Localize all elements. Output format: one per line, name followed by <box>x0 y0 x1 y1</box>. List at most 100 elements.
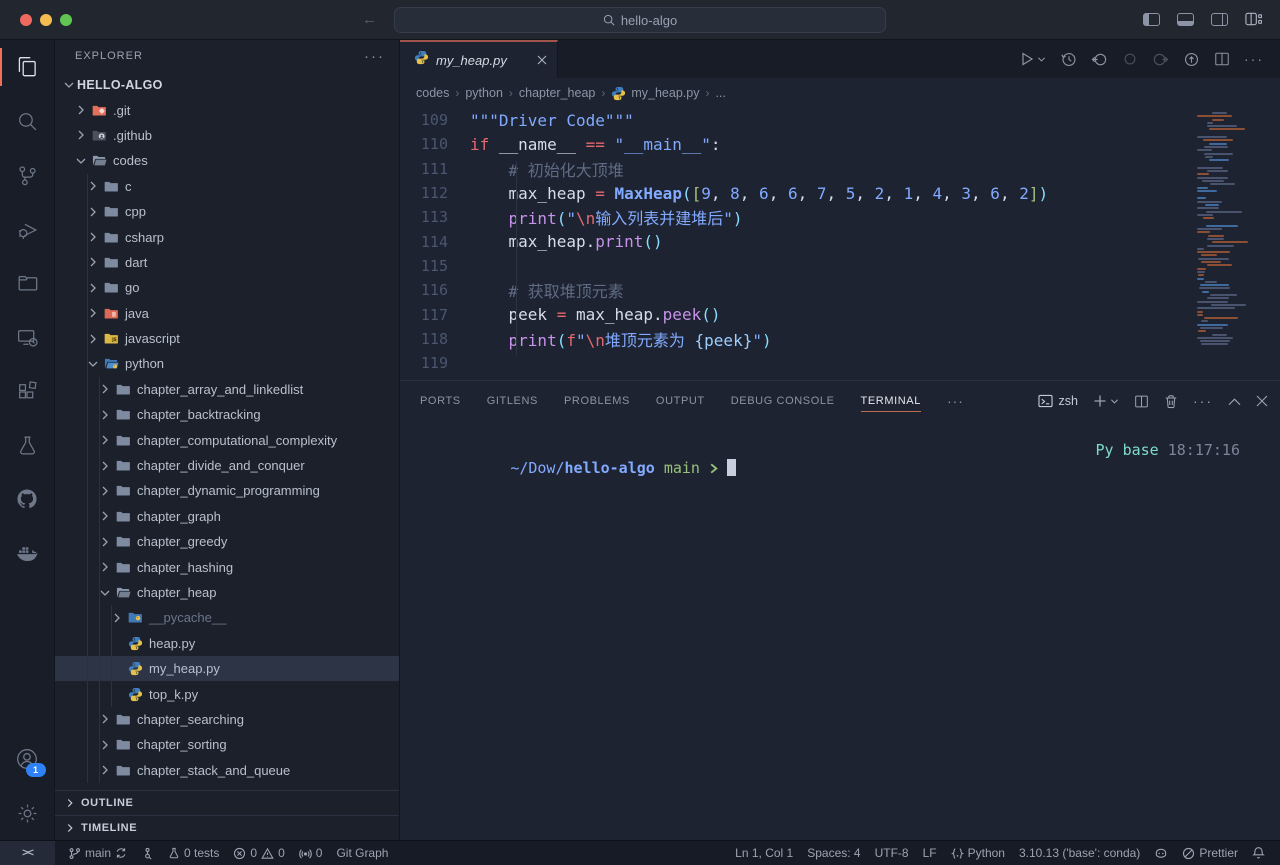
indentation-item[interactable]: Spaces: 4 <box>800 846 867 860</box>
activity-source-control[interactable] <box>0 148 55 202</box>
tree-item-chapter-graph[interactable]: chapter_graph <box>55 504 399 529</box>
tree-item-heap-py[interactable]: heap.py <box>55 631 399 656</box>
maximize-window-button[interactable] <box>60 14 72 26</box>
breadcrumb-item[interactable]: chapter_heap <box>519 86 595 100</box>
tree-item-chapter-stack-and-queue[interactable]: chapter_stack_and_queue <box>55 758 399 783</box>
gitlens-prev-change-icon[interactable] <box>1122 51 1138 67</box>
ports-status-item[interactable]: 0 <box>292 846 330 860</box>
panel-tab-terminal[interactable]: TERMINAL <box>861 381 921 421</box>
encoding-item[interactable]: UTF-8 <box>868 846 916 860</box>
tree-item-chapter-dynamic-programming[interactable]: chapter_dynamic_programming <box>55 478 399 503</box>
breadcrumb-item[interactable]: codes <box>416 86 449 100</box>
tree-item-chapter-computational-complexity[interactable]: chapter_computational_complexity <box>55 427 399 452</box>
history-back-icon[interactable]: ← <box>362 11 377 28</box>
tree-item-c[interactable]: c <box>55 174 399 199</box>
activity-explorer[interactable] <box>0 40 55 94</box>
explorer-actions-icon[interactable]: ··· <box>364 48 385 65</box>
activity-remote-explorer[interactable] <box>0 310 55 364</box>
tree-item-chapter-divide-and-conquer[interactable]: chapter_divide_and_conquer <box>55 453 399 478</box>
outline-section[interactable]: OUTLINE <box>55 790 399 815</box>
panel-tab-gitlens[interactable]: GITLENS <box>487 381 538 421</box>
breadcrumb-item[interactable]: python <box>465 86 503 100</box>
tree-item-python[interactable]: python <box>55 351 399 376</box>
new-terminal-button[interactable] <box>1093 394 1119 408</box>
chevron-right-icon[interactable] <box>73 102 89 118</box>
close-panel-icon[interactable] <box>1256 395 1268 407</box>
activity-run-debug[interactable] <box>0 202 55 256</box>
tree-item--pycache-[interactable]: __pycache__ <box>55 605 399 630</box>
gitlens-next-change-icon[interactable] <box>1152 51 1169 68</box>
run-python-file-button[interactable] <box>1019 51 1046 67</box>
tree-item-my-heap-py[interactable]: my_heap.py <box>55 656 399 681</box>
toggle-panel-icon[interactable] <box>1177 13 1194 26</box>
trash-icon[interactable] <box>1164 394 1178 409</box>
tree-item-go[interactable]: go <box>55 275 399 300</box>
minimap[interactable] <box>1196 112 1242 347</box>
activity-search[interactable] <box>0 94 55 148</box>
activity-extensions[interactable] <box>0 364 55 418</box>
panel-tab-problems[interactable]: PROBLEMS <box>564 381 630 421</box>
git-graph-item[interactable]: Git Graph <box>329 846 395 860</box>
python-interpreter-item[interactable]: 3.10.13 ('base': conda) <box>1012 846 1147 860</box>
chevron-right-icon[interactable] <box>73 127 89 143</box>
language-mode-item[interactable]: Python <box>944 846 1012 860</box>
tree-item-chapter-heap[interactable]: chapter_heap <box>55 580 399 605</box>
activity-folder-extension[interactable] <box>0 256 55 310</box>
tree-item-chapter-array-and-linkedlist[interactable]: chapter_array_and_linkedlist <box>55 377 399 402</box>
tree-item-chapter-searching[interactable]: chapter_searching <box>55 707 399 732</box>
eol-item[interactable]: LF <box>916 846 944 860</box>
tree-item-dart[interactable]: dart <box>55 250 399 275</box>
tree-item-chapter-greedy[interactable]: chapter_greedy <box>55 529 399 554</box>
terminal-shell-item[interactable]: zsh <box>1038 394 1078 408</box>
toggle-sidebar-icon[interactable] <box>1143 13 1160 26</box>
tree-item-cpp[interactable]: cpp <box>55 199 399 224</box>
panel-tab-ports[interactable]: PORTS <box>420 381 461 421</box>
activity-accounts[interactable]: 1 <box>0 732 55 786</box>
tree-item-codes[interactable]: codes <box>55 148 399 173</box>
git-branch-item[interactable]: main <box>61 846 134 860</box>
panel-tab-debug-console[interactable]: DEBUG CONSOLE <box>731 381 835 421</box>
timeline-section[interactable]: TIMELINE <box>55 815 399 840</box>
tree-item-hello-algo[interactable]: HELLO-ALGO <box>55 72 399 97</box>
tab-my-heap-py[interactable]: my_heap.py <box>400 40 558 78</box>
tree-item-javascript[interactable]: JSjavascript <box>55 326 399 351</box>
toggle-secondary-sidebar-icon[interactable] <box>1211 13 1228 26</box>
close-tab-icon[interactable] <box>537 55 547 65</box>
gitlens-status-item[interactable] <box>134 847 161 860</box>
gitlens-back-icon[interactable] <box>1091 51 1108 68</box>
panel-tab-output[interactable]: OUTPUT <box>656 381 705 421</box>
tree-item--github[interactable]: .github <box>55 123 399 148</box>
tree-item-top-k-py[interactable]: top_k.py <box>55 681 399 706</box>
activity-settings[interactable] <box>0 786 55 840</box>
minimize-window-button[interactable] <box>40 14 52 26</box>
panel-more-actions-icon[interactable]: ··· <box>1193 393 1213 409</box>
cursor-position-item[interactable]: Ln 1, Col 1 <box>728 846 800 860</box>
file-history-icon[interactable] <box>1060 51 1077 68</box>
customize-layout-icon[interactable] <box>1245 12 1262 27</box>
tree-item-chapter-hashing[interactable]: chapter_hashing <box>55 554 399 579</box>
tree-item-chapter-sorting[interactable]: chapter_sorting <box>55 732 399 757</box>
command-center-search[interactable]: hello-algo <box>394 7 886 33</box>
tree-item--git[interactable]: .git <box>55 97 399 122</box>
more-actions-icon[interactable]: ··· <box>1244 51 1264 67</box>
tree-item-csharp[interactable]: csharp <box>55 224 399 249</box>
tree-item-java[interactable]: java <box>55 301 399 326</box>
terminal-output[interactable]: ~/Dow/hello-algo main Py base 18:17:16 <box>400 421 1280 840</box>
split-terminal-icon[interactable] <box>1134 394 1149 409</box>
prettier-status-item[interactable]: Prettier <box>1175 846 1245 860</box>
remote-indicator[interactable]: >< <box>0 841 55 865</box>
chevron-down-icon[interactable] <box>73 153 89 169</box>
activity-github[interactable] <box>0 472 55 526</box>
panel-more-tabs-icon[interactable]: ··· <box>947 393 964 409</box>
split-editor-icon[interactable] <box>1214 51 1230 67</box>
open-changes-icon[interactable] <box>1183 51 1200 68</box>
close-window-button[interactable] <box>20 14 32 26</box>
activity-testing[interactable] <box>0 418 55 472</box>
problems-status-item[interactable]: 0 0 <box>226 846 291 860</box>
tests-status-item[interactable]: 0 tests <box>161 846 226 860</box>
chevron-down-icon[interactable] <box>61 77 77 93</box>
notifications-item[interactable] <box>1245 846 1272 860</box>
maximize-panel-icon[interactable] <box>1228 397 1241 406</box>
breadcrumb-item[interactable]: ... <box>715 86 725 100</box>
activity-docker[interactable] <box>0 526 55 580</box>
